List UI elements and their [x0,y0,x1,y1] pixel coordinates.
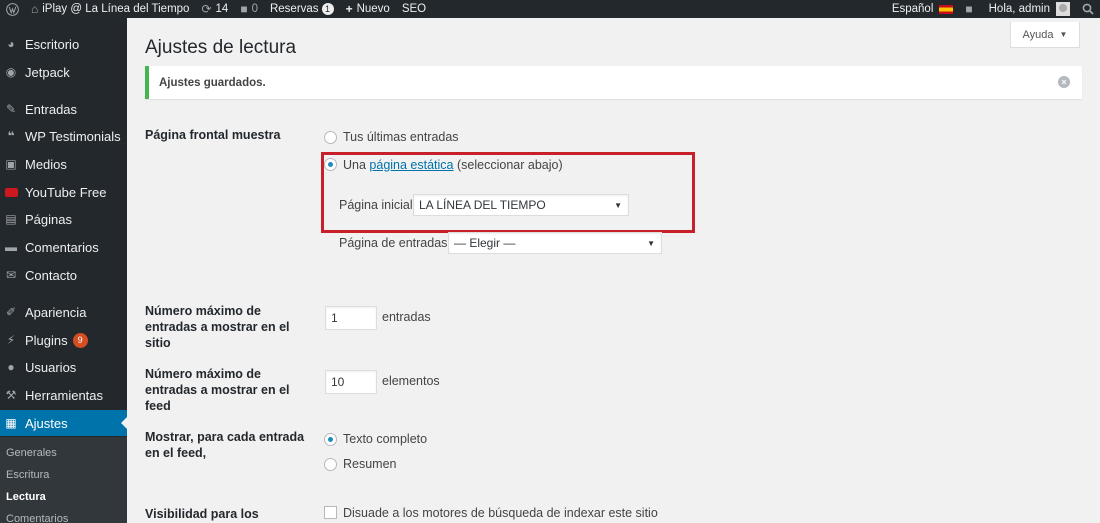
reservas-link[interactable]: Reservas 1 [264,0,340,18]
posts-per-page-label: Número máximo de entradas a mostrar en e… [145,304,290,350]
wrench-icon: ⚒ [5,388,17,402]
posts-per-page-unit: entradas [382,310,431,324]
posts-per-page-input[interactable]: 1 [325,306,377,330]
submenu-item-comentarios[interactable]: Comentarios [6,513,68,523]
settings-saved-notice: Ajustes guardados. × [145,66,1082,99]
posts-page-label: Página de entradas: [339,236,451,250]
highlight-annotation-box [321,152,695,233]
pages-icon: ▤ [5,212,17,226]
visibility-label: Visibilidad para los [145,507,259,521]
sidebar-item-usuarios[interactable]: ● Usuarios [0,354,127,380]
posts-page-select[interactable]: — Elegir — ▼ [448,232,662,254]
home-page-select[interactable]: LA LÍNEA DEL TIEMPO ▼ [413,194,629,216]
submenu-item-lectura[interactable]: Lectura [6,491,46,503]
sidebar-item-apariencia[interactable]: ✐ Apariencia [0,299,127,325]
mail-icon: ✉ [5,268,17,282]
radio-summary[interactable] [324,458,337,471]
dismiss-notice-icon[interactable]: × [1058,76,1070,88]
latest-posts-label: Tus últimas entradas [343,130,459,144]
caret-down-icon: ▼ [1059,30,1068,39]
dropdown-arrow-icon: ▼ [647,239,655,248]
youtube-icon [4,185,18,199]
updates-link[interactable]: ⟳ 14 [195,0,234,18]
ajustes-submenu: Generales Escritura Lectura Comentarios [0,437,127,523]
search-button[interactable] [1076,0,1100,18]
home-page-label: Página inicial: [339,198,417,212]
posts-per-rss-unit: elementos [382,374,440,388]
user-icon: ● [7,360,15,374]
summary-label: Resumen [343,457,397,471]
sidebar-item-medios[interactable]: ▣ Medios [0,151,127,177]
plugin-icon: ⚡ [6,333,16,347]
avatar [1056,2,1070,16]
sidebar-item-wp-testimonials[interactable]: ❝ WP Testimonials [0,123,127,149]
updates-icon: ⟳ [201,2,212,16]
pin-icon: ✎ [5,102,17,116]
full-text-label: Texto completo [343,432,428,446]
plugins-update-badge: 9 [72,332,88,348]
my-account-link[interactable]: Hola, admin [983,0,1076,18]
sidebar-item-comentarios[interactable]: ▬ Comentarios [0,234,127,260]
discourage-search-label: Disuade a los motores de búsqueda de ind… [343,506,658,520]
seo-link[interactable]: SEO [396,0,432,18]
discourage-search-checkbox[interactable] [324,506,337,519]
media-icon: ▣ [5,157,17,171]
sidebar-item-escritorio[interactable]: ◕ Escritorio [0,31,127,57]
quote-icon: ❝ [7,129,15,143]
notes-link[interactable]: ■ [959,0,982,18]
sidebar-item-ajustes[interactable]: ▦ Ajustes [0,410,127,436]
main-content: Ayuda ▼ Ajustes de lectura Ajustes guard… [127,18,1100,523]
notification-icon: ■ [965,2,973,16]
comment-bubble-icon: ■ [240,2,248,16]
sidebar-item-plugins[interactable]: ⚡ Plugins 9 [0,327,127,353]
settings-icon: ▦ [5,416,17,430]
new-content-link[interactable]: + Nuevo [340,0,396,18]
sidebar-item-jetpack[interactable]: ◉ Jetpack [0,59,127,85]
sidebar-item-herramientas[interactable]: ⚒ Herramientas [0,382,127,408]
posts-per-rss-label: Número máximo de entradas a mostrar en e… [145,367,290,413]
comment-icon: ▬ [5,240,17,254]
posts-per-rss-input[interactable]: 10 [325,370,377,394]
radio-latest-posts[interactable] [324,131,337,144]
admin-bar: ⌂ iPlay @ La Línea del Tiempo ⟳ 14 ■ 0 R… [0,0,1100,18]
plus-icon: + [345,2,353,16]
comments-link[interactable]: ■ 0 [234,0,264,18]
sidebar-item-paginas[interactable]: ▤ Páginas [0,206,127,232]
page-title: Ajustes de lectura [145,37,297,58]
submenu-item-escritura[interactable]: Escritura [6,469,49,481]
front-page-label: Página frontal muestra [145,128,281,142]
radio-full-text[interactable] [324,433,337,446]
jetpack-icon: ◉ [5,65,17,79]
feed-show-label: Mostrar, para cada entrada en el feed, [145,430,305,460]
brush-icon: ✐ [5,305,17,319]
submenu-item-generales[interactable]: Generales [6,447,57,459]
sidebar-item-contacto[interactable]: ✉ Contacto [0,262,127,288]
search-icon [1082,3,1094,15]
dropdown-arrow-icon: ▼ [614,201,622,210]
wordpress-logo-icon[interactable] [0,0,25,18]
reservas-count: 1 [321,3,334,15]
help-tab-button[interactable]: Ayuda ▼ [1010,22,1080,48]
dashboard-icon: ◕ [7,37,15,51]
home-icon: ⌂ [31,2,39,16]
language-switcher[interactable]: Español [886,0,960,18]
sidebar-item-youtube-free[interactable]: YouTube Free [0,179,127,205]
spain-flag-icon [939,4,954,14]
site-name-link[interactable]: ⌂ iPlay @ La Línea del Tiempo [25,0,195,18]
sidebar-item-entradas[interactable]: ✎ Entradas [0,96,127,122]
